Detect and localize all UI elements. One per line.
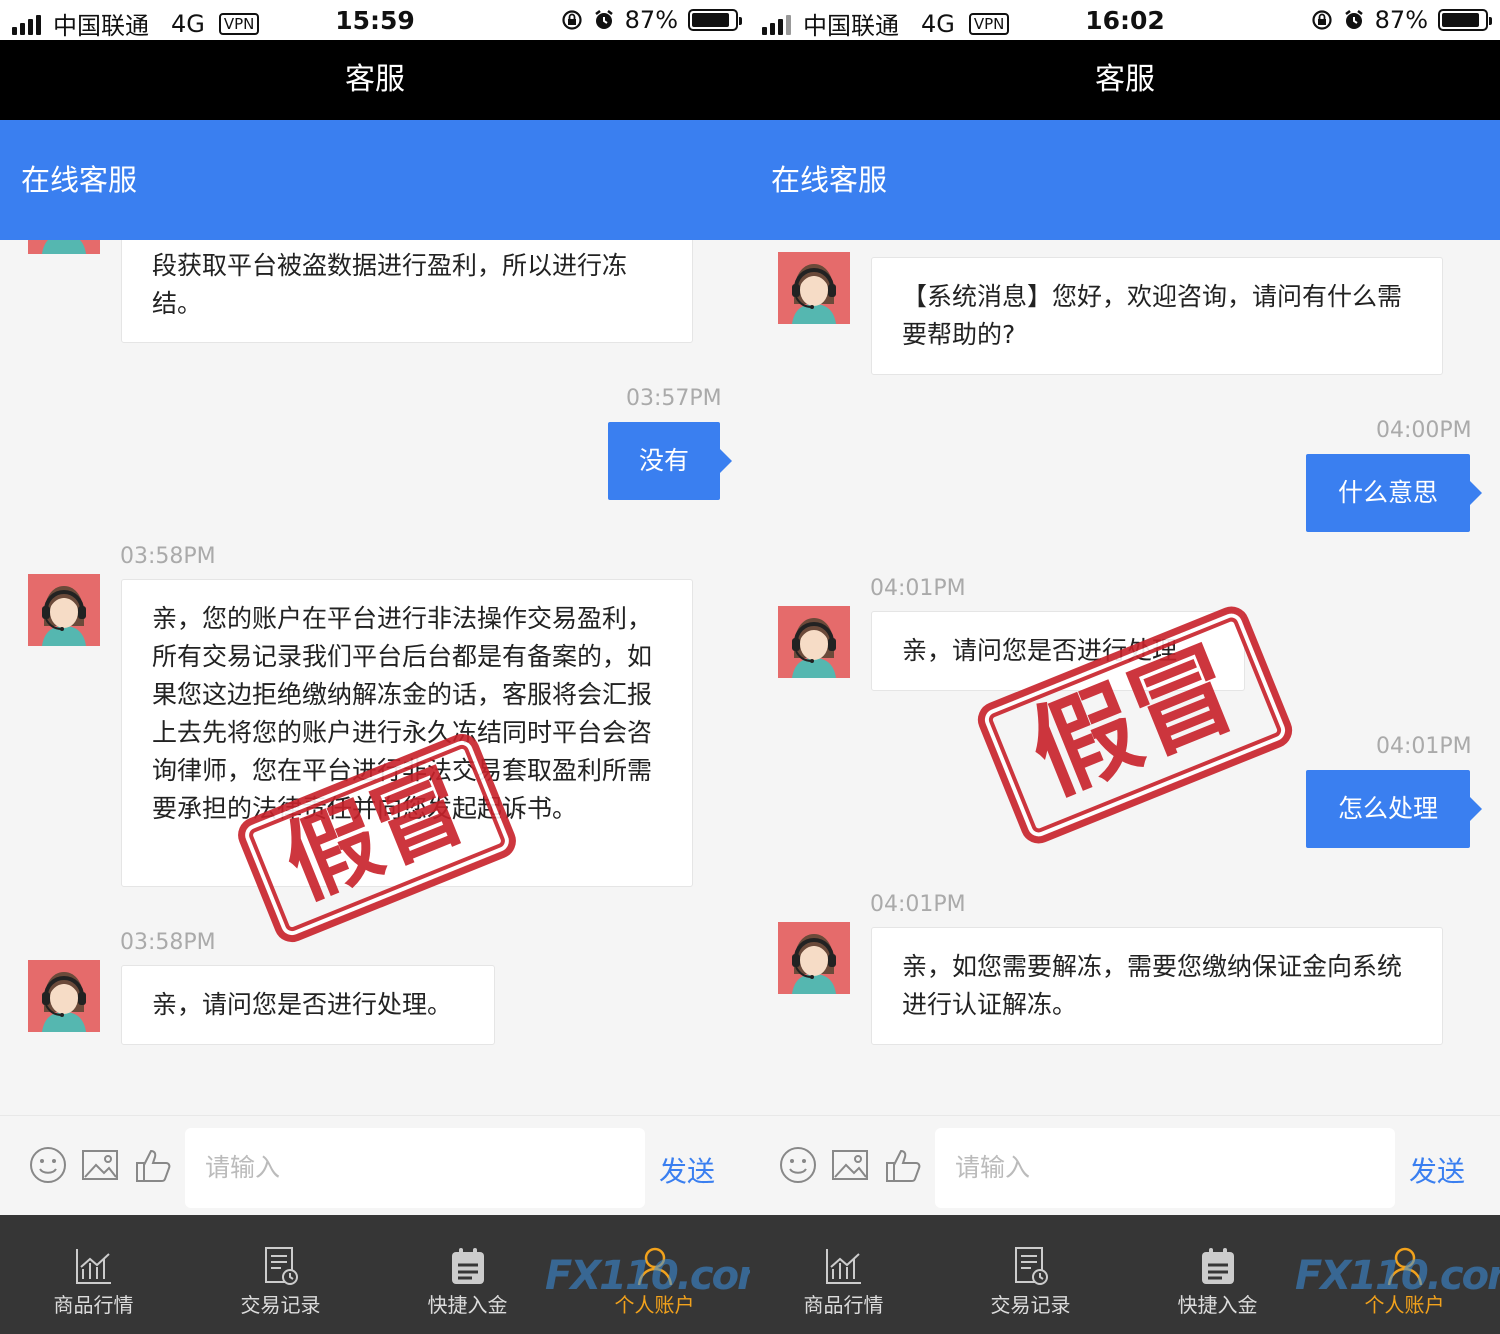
records-icon	[265, 1247, 298, 1285]
agent-message-bubble: 亲，请问您是否进行处理。	[121, 965, 495, 1045]
rotation-lock-icon	[1312, 10, 1332, 30]
chart-icon	[826, 1249, 861, 1284]
message-timestamp: 03:58PM	[120, 544, 216, 569]
message-input[interactable]: 请输入	[935, 1128, 1395, 1208]
emoji-icon[interactable]	[778, 1145, 818, 1185]
message-input[interactable]: 请输入	[185, 1128, 645, 1208]
tab-label: 快捷入金	[427, 1293, 508, 1317]
rotation-lock-icon	[562, 10, 582, 30]
agent-message-bubble: 段获取平台被盗数据进行盈利，所以进行冻结。	[121, 240, 693, 343]
agent-avatar	[778, 252, 850, 324]
message-timestamp: 03:57PM	[626, 386, 722, 411]
tab-trade-records[interactable]: 交易记录	[937, 1215, 1124, 1334]
phone-screen-right: 中国联通 4G VPN 16:02 87% 客服 在线客服 【系统消息】您好，欢…	[750, 0, 1500, 1334]
agent-avatar	[778, 922, 850, 994]
tab-quick-deposit[interactable]: 快捷入金	[1124, 1215, 1311, 1334]
agent-avatar	[778, 606, 850, 678]
input-bar: 请输入 发送	[750, 1115, 1500, 1215]
agent-message-bubble: 亲，如您需要解冻，需要您缴纳保证金向系统进行认证解冻。	[871, 927, 1443, 1045]
chart-icon	[76, 1249, 111, 1284]
phone-screen-left: 中国联通 4G VPN 15:59 87% 客服 在线客服 段获取平台被盗数据进…	[0, 0, 750, 1334]
clipboard-icon	[452, 1248, 484, 1284]
status-bar: 中国联通 4G VPN 15:59 87%	[0, 0, 750, 40]
user-message-bubble: 什么意思	[1306, 454, 1482, 532]
battery-icon	[1438, 9, 1492, 31]
tab-label: 商品行情	[803, 1293, 884, 1317]
agent-message-bubble: 亲，请问您是否进行处理	[871, 611, 1245, 691]
user-message-bubble: 怎么处理	[1306, 770, 1482, 848]
agent-message-bubble: 【系统消息】您好，欢迎咨询，请问有什么需要帮助的?	[871, 257, 1443, 375]
image-icon[interactable]	[830, 1145, 870, 1185]
alarm-icon	[594, 10, 613, 29]
page-title: 客服	[750, 40, 1500, 120]
emoji-icon[interactable]	[28, 1145, 68, 1185]
battery-icon	[688, 9, 742, 31]
status-bar: 中国联通 4G VPN 16:02 87%	[750, 0, 1500, 40]
records-icon	[1015, 1247, 1048, 1285]
message-timestamp: 04:01PM	[870, 892, 966, 917]
online-service-header: 在线客服	[750, 120, 1500, 240]
tab-market[interactable]: 商品行情	[750, 1215, 937, 1334]
tab-label: 快捷入金	[1177, 1293, 1258, 1317]
battery-percent: 87%	[624, 6, 678, 34]
tab-label: 商品行情	[53, 1293, 134, 1317]
message-timestamp: 04:00PM	[1376, 418, 1472, 443]
message-timestamp: 04:01PM	[870, 576, 966, 601]
user-message-bubble: 没有	[608, 422, 732, 500]
online-service-header: 在线客服	[0, 120, 750, 240]
tab-trade-records[interactable]: 交易记录	[187, 1215, 374, 1334]
clipboard-icon	[1202, 1248, 1234, 1284]
message-timestamp: 03:58PM	[120, 930, 216, 955]
chat-area[interactable]: 段获取平台被盗数据进行盈利，所以进行冻结。 03:57PM 没有 03:58PM…	[0, 240, 750, 1115]
input-bar: 请输入 发送	[0, 1115, 750, 1215]
alarm-icon	[1344, 10, 1363, 29]
send-button[interactable]: 发送	[659, 1150, 715, 1190]
agent-avatar	[28, 960, 100, 1032]
tab-quick-deposit[interactable]: 快捷入金	[374, 1215, 561, 1334]
battery-percent: 87%	[1374, 6, 1428, 34]
agent-avatar	[28, 574, 100, 646]
chat-area[interactable]: 【系统消息】您好，欢迎咨询，请问有什么需要帮助的? 04:00PM 什么意思 0…	[750, 240, 1500, 1115]
watermark: FX110.com	[1295, 1253, 1500, 1299]
send-button[interactable]: 发送	[1409, 1150, 1465, 1190]
tab-label: 交易记录	[240, 1293, 321, 1317]
tab-market[interactable]: 商品行情	[0, 1215, 187, 1334]
agent-message-bubble: 亲，您的账户在平台进行非法操作交易盈利，所有交易记录我们平台后台都是有备案的，如…	[121, 579, 693, 887]
watermark: FX110.com	[545, 1253, 750, 1299]
message-timestamp: 04:01PM	[1376, 734, 1472, 759]
page-title: 客服	[0, 40, 750, 120]
agent-avatar	[28, 240, 100, 254]
thumbs-up-icon[interactable]	[133, 1145, 173, 1185]
image-icon[interactable]	[80, 1145, 120, 1185]
thumbs-up-icon[interactable]	[883, 1145, 923, 1185]
tab-label: 交易记录	[990, 1293, 1071, 1317]
